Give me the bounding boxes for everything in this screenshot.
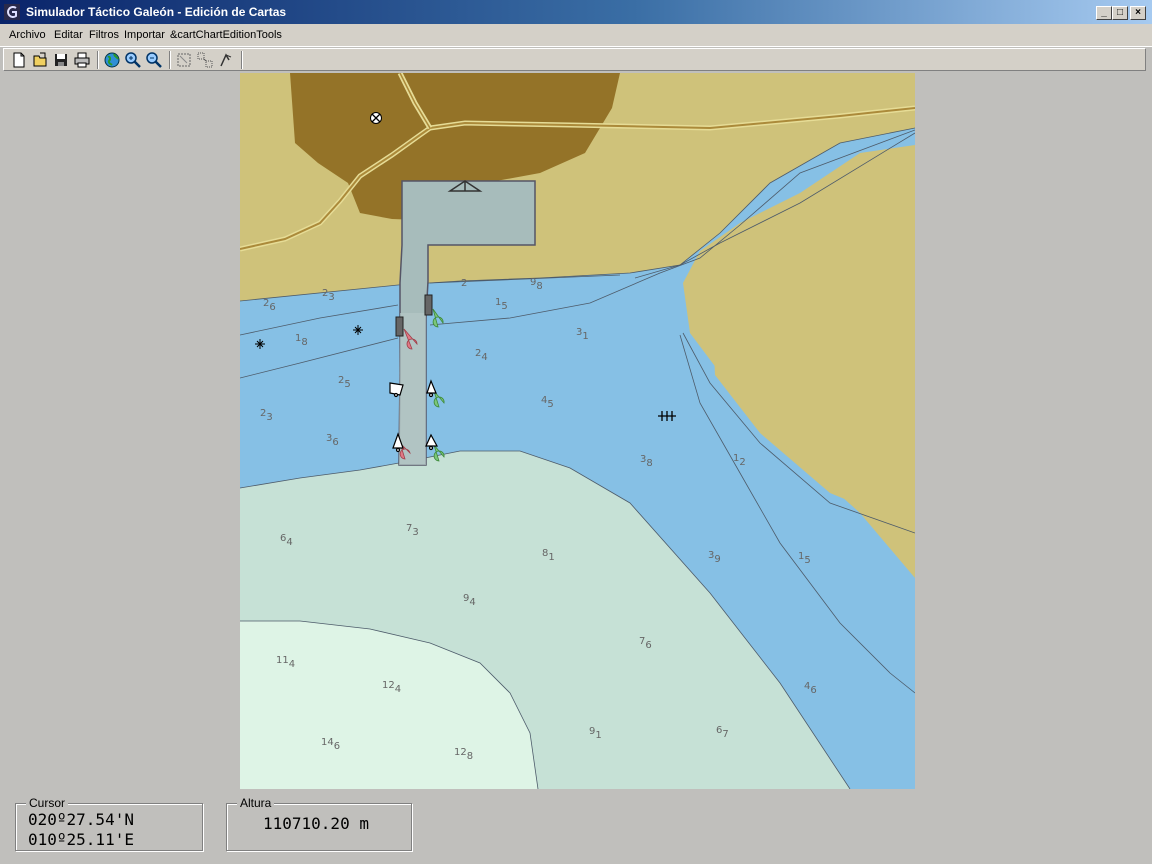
menu-importar[interactable]: Importar — [124, 29, 165, 41]
maximize-button[interactable]: □ — [1112, 6, 1128, 20]
new-document-icon[interactable] — [10, 51, 28, 69]
toolbar — [3, 48, 1146, 71]
altura-panel: Altura 110710.20 m — [226, 796, 412, 851]
edit-tool-icon[interactable] — [217, 51, 235, 69]
menu-bar: Archivo Editar Filtros Importar &cartCha… — [0, 24, 1152, 47]
cursor-panel: Cursor 020º27.54'N 010º25.11'E — [15, 796, 203, 851]
toolbar-separator — [97, 51, 99, 69]
toolbar-separator — [241, 51, 243, 69]
globe-icon[interactable] — [103, 51, 121, 69]
save-icon[interactable] — [52, 51, 70, 69]
toolbar-separator — [169, 51, 171, 69]
window-title: Simulador Táctico Galeón - Edición de Ca… — [26, 5, 287, 19]
depth-sounding: 2 — [461, 278, 467, 289]
mooring-post — [424, 294, 433, 316]
print-icon[interactable] — [73, 51, 91, 69]
altura-value: 110710.20 m — [263, 814, 369, 833]
close-button[interactable]: × — [1130, 6, 1146, 20]
app-icon — [4, 4, 20, 20]
object-select-icon[interactable] — [196, 51, 214, 69]
landmark-icon — [370, 112, 382, 124]
cursor-label: Cursor — [26, 796, 69, 810]
title-bar[interactable]: Simulador Táctico Galeón - Edición de Ca… — [0, 0, 1152, 24]
nautical-chart[interactable]: 26 23 18 25 23 36 15 24 31 45 38 12 64 73 81 39 15 94 114 1… — [240, 73, 915, 789]
menu-filtros[interactable]: Filtros — [89, 29, 119, 41]
menu-chart-edition-tools[interactable]: &cartChartEditionTools — [170, 29, 282, 41]
mooring-post — [395, 316, 404, 337]
minimize-button[interactable]: _ — [1096, 6, 1112, 20]
open-folder-icon[interactable] — [31, 51, 49, 69]
menu-archivo[interactable]: Archivo — [9, 29, 46, 41]
cursor-latitude: 020º27.54'N — [28, 810, 134, 829]
zoom-in-icon[interactable] — [124, 51, 142, 69]
menu-editar[interactable]: Editar — [54, 29, 83, 41]
zoom-out-icon[interactable] — [145, 51, 163, 69]
altura-label: Altura — [237, 796, 275, 810]
cursor-longitude: 010º25.11'E — [28, 830, 134, 849]
select-area-icon[interactable] — [175, 51, 193, 69]
